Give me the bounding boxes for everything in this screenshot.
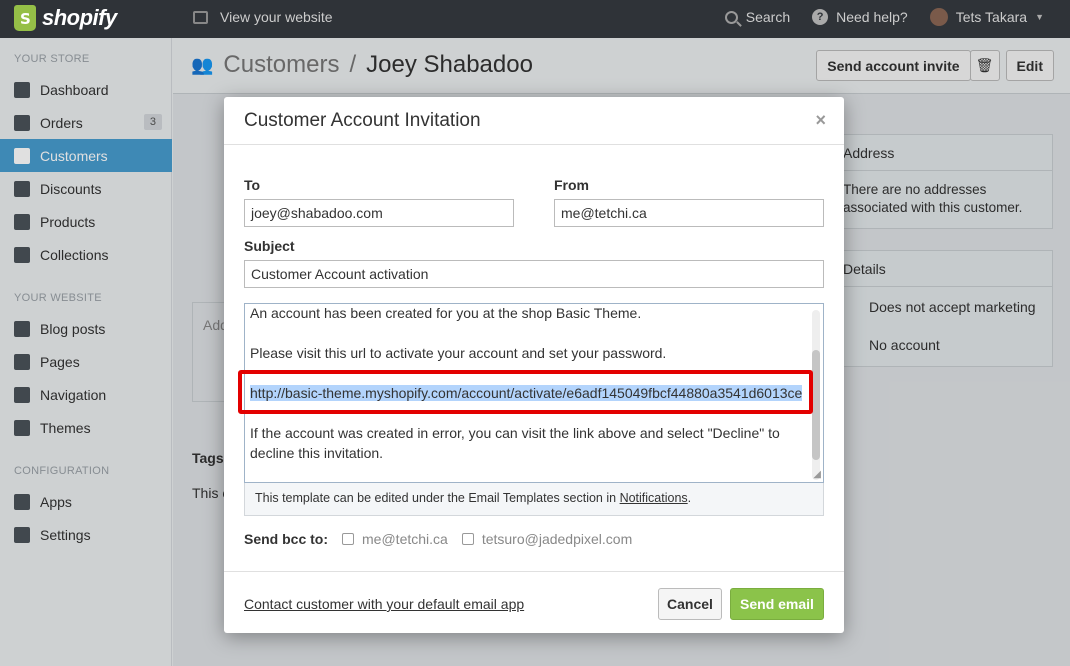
customer-invitation-modal: Customer Account Invitation × To joey@sh… <box>224 97 844 633</box>
subject-field[interactable]: Customer Account activation <box>244 260 824 288</box>
bcc-option-1[interactable]: me@tetchi.ca <box>342 531 448 547</box>
from-field[interactable]: me@tetchi.ca <box>554 199 824 227</box>
help-icon: ? <box>812 9 829 25</box>
top-bar: shopify View your website Search ? Need … <box>0 0 1070 38</box>
body-line-2: Please visit this url to activate your a… <box>250 345 667 361</box>
help-button[interactable]: ? Need help? <box>812 9 908 25</box>
modal-footer: Contact customer with your default email… <box>224 571 844 633</box>
send-email-button[interactable]: Send email <box>730 588 824 620</box>
search-button[interactable]: Search <box>724 9 791 25</box>
logo-text: shopify <box>42 5 117 30</box>
from-label: From <box>554 177 589 193</box>
chevron-down-icon: ▼ <box>1035 12 1044 22</box>
modal-title: Customer Account Invitation <box>244 109 481 131</box>
contact-customer-link[interactable]: Contact customer with your default email… <box>244 596 524 612</box>
window-icon <box>193 10 208 24</box>
user-name: Tets Takara <box>955 9 1028 25</box>
modal-header: Customer Account Invitation <box>224 97 844 145</box>
to-field[interactable]: joey@shabadoo.com <box>244 199 514 227</box>
help-label: Need help? <box>836 9 908 25</box>
bcc-option-2[interactable]: tetsuro@jadedpixel.com <box>461 531 633 547</box>
search-label: Search <box>745 9 791 25</box>
shopify-bag-icon <box>14 5 36 31</box>
body-line-3: If the account was created in error, you… <box>250 425 780 441</box>
close-icon[interactable]: × <box>815 110 826 131</box>
template-hint: This template can be edited under the Em… <box>244 483 824 516</box>
view-website-label: View your website <box>220 9 333 25</box>
body-line-4: decline this invitation. <box>250 445 384 461</box>
textarea-scrollbar[interactable] <box>812 310 820 480</box>
hint-text: This template can be edited under the Em… <box>255 491 617 505</box>
view-website-link[interactable]: View your website <box>193 9 333 25</box>
url-highlight-box <box>238 370 813 414</box>
shopify-logo[interactable]: shopify <box>14 5 117 31</box>
bcc-checkbox-2[interactable] <box>461 533 474 545</box>
bcc-option-label: me@tetchi.ca <box>362 531 448 547</box>
notifications-link[interactable]: Notifications <box>620 491 688 505</box>
resize-handle-icon[interactable]: ◢ <box>813 469 821 480</box>
user-menu[interactable]: Tets Takara ▼ <box>929 8 1044 26</box>
to-label: To <box>244 177 261 193</box>
search-icon <box>724 10 738 24</box>
scrollbar-thumb[interactable] <box>812 350 820 460</box>
subject-label: Subject <box>244 238 295 254</box>
bcc-checkbox-1[interactable] <box>342 533 355 545</box>
hint-end: . <box>687 491 692 505</box>
bcc-option-label: tetsuro@jadedpixel.com <box>481 531 633 547</box>
body-line-1: An account has been created for you at t… <box>250 305 642 321</box>
cancel-button[interactable]: Cancel <box>658 588 722 620</box>
avatar <box>929 8 948 26</box>
bcc-row: Send bcc to: me@tetchi.ca tetsuro@jadedp… <box>244 531 632 547</box>
bcc-label: Send bcc to: <box>244 531 329 547</box>
